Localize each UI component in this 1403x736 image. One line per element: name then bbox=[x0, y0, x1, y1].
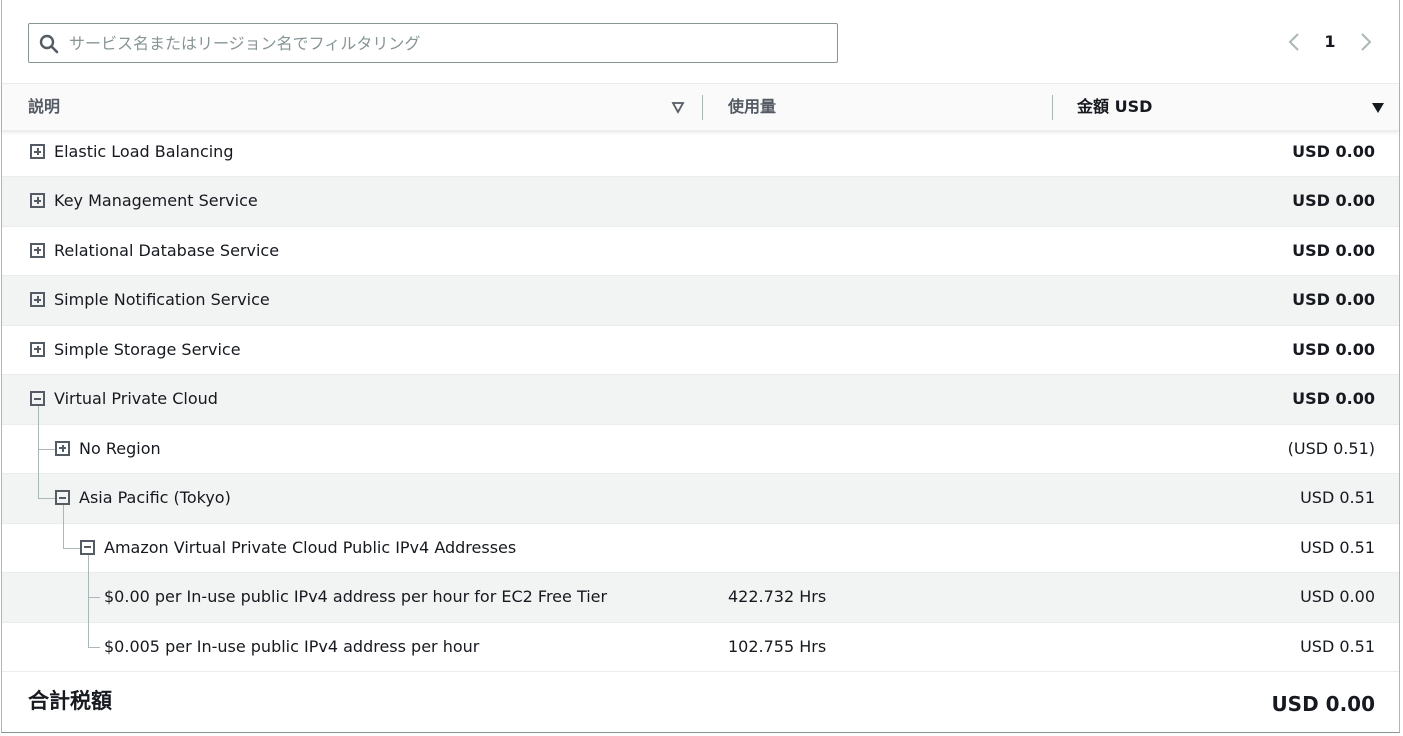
column-header-amount[interactable]: 金額 USD bbox=[1077, 84, 1152, 130]
row-label: Amazon Virtual Private Cloud Public IPv4… bbox=[104, 537, 517, 557]
table-row[interactable]: Simple Storage Service USD 0.00 bbox=[2, 326, 1399, 375]
expand-icon[interactable] bbox=[30, 193, 45, 208]
row-amount: (USD 0.51) bbox=[1287, 438, 1375, 458]
tree-connector bbox=[88, 622, 89, 648]
tree-connector bbox=[88, 597, 100, 598]
table-row[interactable]: Amazon Virtual Private Cloud Public IPv4… bbox=[2, 523, 1399, 574]
total-tax-row: 合計税額 USD 0.00 bbox=[2, 673, 1399, 733]
column-header-description[interactable]: 説明 bbox=[28, 84, 60, 130]
row-usage: 422.732 Hrs bbox=[728, 587, 827, 606]
table-header: 説明 使用量 金額 USD bbox=[2, 83, 1399, 131]
tree-connector bbox=[63, 547, 80, 549]
row-amount: USD 0.51 bbox=[1300, 488, 1375, 507]
row-label: Virtual Private Cloud bbox=[54, 389, 218, 408]
row-label: $0.00 per In-use public IPv4 address per… bbox=[104, 587, 608, 606]
tree-connector bbox=[38, 424, 39, 475]
total-tax-value: USD 0.00 bbox=[1271, 692, 1375, 716]
row-amount: USD 0.00 bbox=[1292, 389, 1375, 408]
row-amount: USD 0.00 bbox=[1300, 587, 1375, 606]
row-label: Relational Database Service bbox=[54, 240, 280, 260]
filter-search-box[interactable] bbox=[28, 23, 838, 63]
table-row[interactable]: No Region (USD 0.51) bbox=[2, 424, 1399, 475]
billing-details-panel: 1 説明 使用量 金額 USD Elastic Load Balancing U… bbox=[1, 0, 1400, 733]
table-row[interactable]: Simple Notification Service USD 0.00 bbox=[2, 276, 1399, 326]
row-amount: USD 0.00 bbox=[1292, 191, 1375, 210]
current-page-number[interactable]: 1 bbox=[1322, 32, 1338, 51]
tree-connector bbox=[88, 573, 89, 623]
row-usage: 102.755 Hrs bbox=[728, 636, 827, 656]
table-row[interactable]: $0.005 per In-use public IPv4 address pe… bbox=[2, 622, 1399, 672]
expand-icon[interactable] bbox=[55, 440, 70, 456]
collapse-icon[interactable] bbox=[30, 391, 45, 406]
row-label: $0.005 per In-use public IPv4 address pe… bbox=[104, 636, 480, 656]
column-header-usage[interactable]: 使用量 bbox=[728, 84, 776, 130]
chevron-left-icon[interactable] bbox=[1286, 32, 1302, 52]
sort-triangle-outline-icon[interactable] bbox=[670, 99, 686, 115]
expand-icon[interactable] bbox=[30, 242, 45, 258]
tree-connector bbox=[38, 498, 55, 499]
table-row[interactable]: Key Management Service USD 0.00 bbox=[2, 177, 1399, 227]
tree-connector bbox=[63, 505, 64, 524]
tree-connector bbox=[38, 474, 39, 499]
row-amount: USD 0.51 bbox=[1300, 537, 1375, 557]
table-row[interactable]: Virtual Private Cloud USD 0.00 bbox=[2, 375, 1399, 425]
row-label: Key Management Service bbox=[54, 191, 258, 210]
total-tax-label: 合計税額 bbox=[28, 689, 112, 713]
row-label: No Region bbox=[79, 438, 161, 458]
expand-icon[interactable] bbox=[30, 292, 45, 307]
search-icon bbox=[39, 34, 59, 54]
pagination: 1 bbox=[1286, 30, 1376, 54]
tree-connector bbox=[38, 448, 55, 450]
table-toolbar: 1 bbox=[2, 0, 1399, 83]
row-amount: USD 0.00 bbox=[1292, 142, 1375, 161]
row-label: Simple Storage Service bbox=[54, 339, 241, 359]
tree-connector bbox=[63, 523, 64, 549]
row-amount: USD 0.51 bbox=[1300, 636, 1375, 656]
tree-connector bbox=[38, 406, 39, 425]
table-row[interactable]: Relational Database Service USD 0.00 bbox=[2, 227, 1399, 276]
tree-connector bbox=[88, 646, 100, 648]
tree-connector bbox=[88, 554, 89, 574]
chevron-right-icon[interactable] bbox=[1358, 32, 1374, 52]
row-amount: USD 0.00 bbox=[1292, 240, 1375, 260]
filter-search-input[interactable] bbox=[69, 24, 829, 62]
row-label: Elastic Load Balancing bbox=[54, 142, 234, 161]
collapse-icon[interactable] bbox=[80, 539, 95, 555]
row-amount: USD 0.00 bbox=[1292, 290, 1375, 309]
sort-descending-icon[interactable] bbox=[1370, 99, 1386, 115]
row-amount: USD 0.00 bbox=[1292, 339, 1375, 359]
table-body: Elastic Load Balancing USD 0.00 Key Mana… bbox=[2, 128, 1399, 672]
expand-icon[interactable] bbox=[30, 144, 45, 159]
column-resizer[interactable] bbox=[702, 95, 703, 120]
table-row[interactable]: Elastic Load Balancing USD 0.00 bbox=[2, 128, 1399, 177]
expand-icon[interactable] bbox=[30, 341, 45, 357]
column-resizer[interactable] bbox=[1052, 95, 1053, 120]
collapse-icon[interactable] bbox=[55, 490, 70, 505]
row-label: Simple Notification Service bbox=[54, 290, 270, 309]
row-label: Asia Pacific (Tokyo) bbox=[79, 488, 231, 507]
table-row[interactable]: $0.00 per In-use public IPv4 address per… bbox=[2, 573, 1399, 623]
table-row[interactable]: Asia Pacific (Tokyo) USD 0.51 bbox=[2, 474, 1399, 524]
